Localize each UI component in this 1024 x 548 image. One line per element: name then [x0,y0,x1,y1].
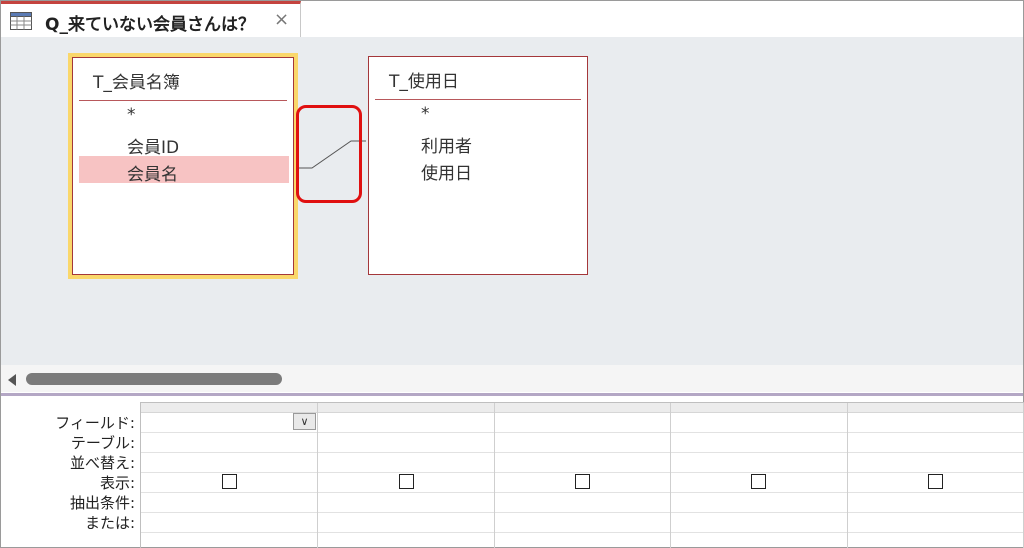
grid-cells: ∨ [140,402,1024,548]
field-item[interactable]: 会員ID [127,133,179,158]
table-title: T_会員名簿 [93,73,180,93]
grid-column[interactable]: ∨ [141,403,318,548]
row-label-sort: 並べ替え: [69,454,135,472]
table-highlight-frame: T_会員名簿 * 会員ID 会員名 [68,53,298,279]
show-checkbox[interactable] [928,474,943,489]
query-grid: フィールド: テーブル: 並べ替え: 表示: 抽出条件: または: ∨ [1,396,1024,548]
field-item[interactable]: 利用者 [421,132,472,157]
row-labels: フィールド: テーブル: 並べ替え: 表示: 抽出条件: または: [1,396,139,547]
show-checkbox[interactable] [575,474,590,489]
table-box-members[interactable]: T_会員名簿 * 会員ID 会員名 [72,57,294,275]
column-selector[interactable] [318,403,494,413]
query-tab[interactable]: Q_来ていない会員さんは？ × [1,1,301,38]
show-checkbox[interactable] [751,474,766,489]
title-divider [375,99,581,100]
tab-bar: Q_来ていない会員さんは？ × [1,1,1023,38]
horizontal-scrollbar[interactable] [1,365,1023,392]
join-callout [296,105,362,203]
row-label-criteria: 抽出条件: [69,494,135,512]
grid-column[interactable] [318,403,495,548]
close-icon[interactable]: × [274,9,289,30]
show-checkbox[interactable] [222,474,237,489]
field-item[interactable]: * [127,105,136,125]
selected-field-row [79,156,289,183]
field-item[interactable]: 使用日 [421,159,472,184]
tab-title: Q_来ていない会員さんは？ [45,15,255,35]
query-icon [10,12,32,30]
field-item[interactable]: 会員名 [127,160,178,185]
row-label-field: フィールド: [55,414,135,432]
grid-column[interactable] [671,403,848,548]
row-label-show: 表示: [99,474,135,492]
column-selector[interactable] [141,403,317,413]
chevron-down-icon[interactable]: ∨ [293,413,316,430]
scroll-left-icon[interactable] [8,374,16,386]
show-checkbox[interactable] [399,474,414,489]
table-box-usage[interactable]: T_使用日 * 利用者 使用日 [368,56,588,275]
row-label-or: または: [84,514,135,532]
field-item[interactable]: * [421,104,430,124]
query-design-area[interactable]: T_会員名簿 * 会員ID 会員名 T_使用日 * 利用者 使用日 [1,37,1023,365]
scroll-thumb[interactable] [26,373,282,385]
column-selector[interactable] [495,403,670,413]
column-selector[interactable] [848,403,1023,413]
grid-column[interactable] [848,403,1024,548]
grid-column[interactable] [495,403,671,548]
column-selector[interactable] [671,403,847,413]
title-divider [79,100,287,101]
row-label-table: テーブル: [70,434,135,452]
table-title: T_使用日 [389,72,459,92]
